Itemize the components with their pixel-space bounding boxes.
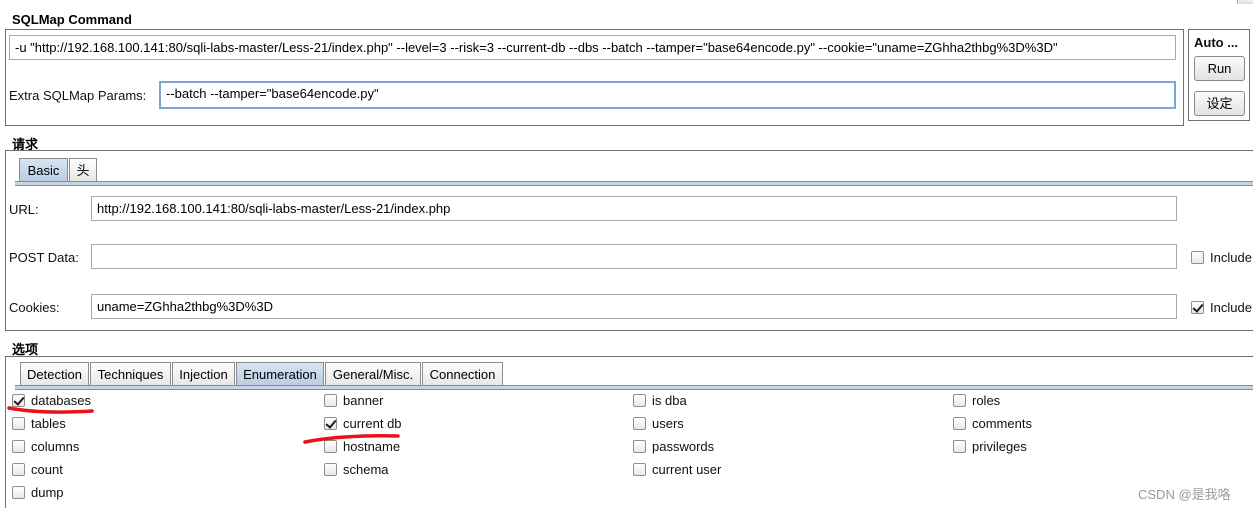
annotation-underlines	[7, 406, 400, 444]
current-db-underline	[303, 434, 400, 444]
csdn-watermark: CSDN @是我咯	[1138, 487, 1231, 502]
databases-underline	[7, 406, 94, 414]
